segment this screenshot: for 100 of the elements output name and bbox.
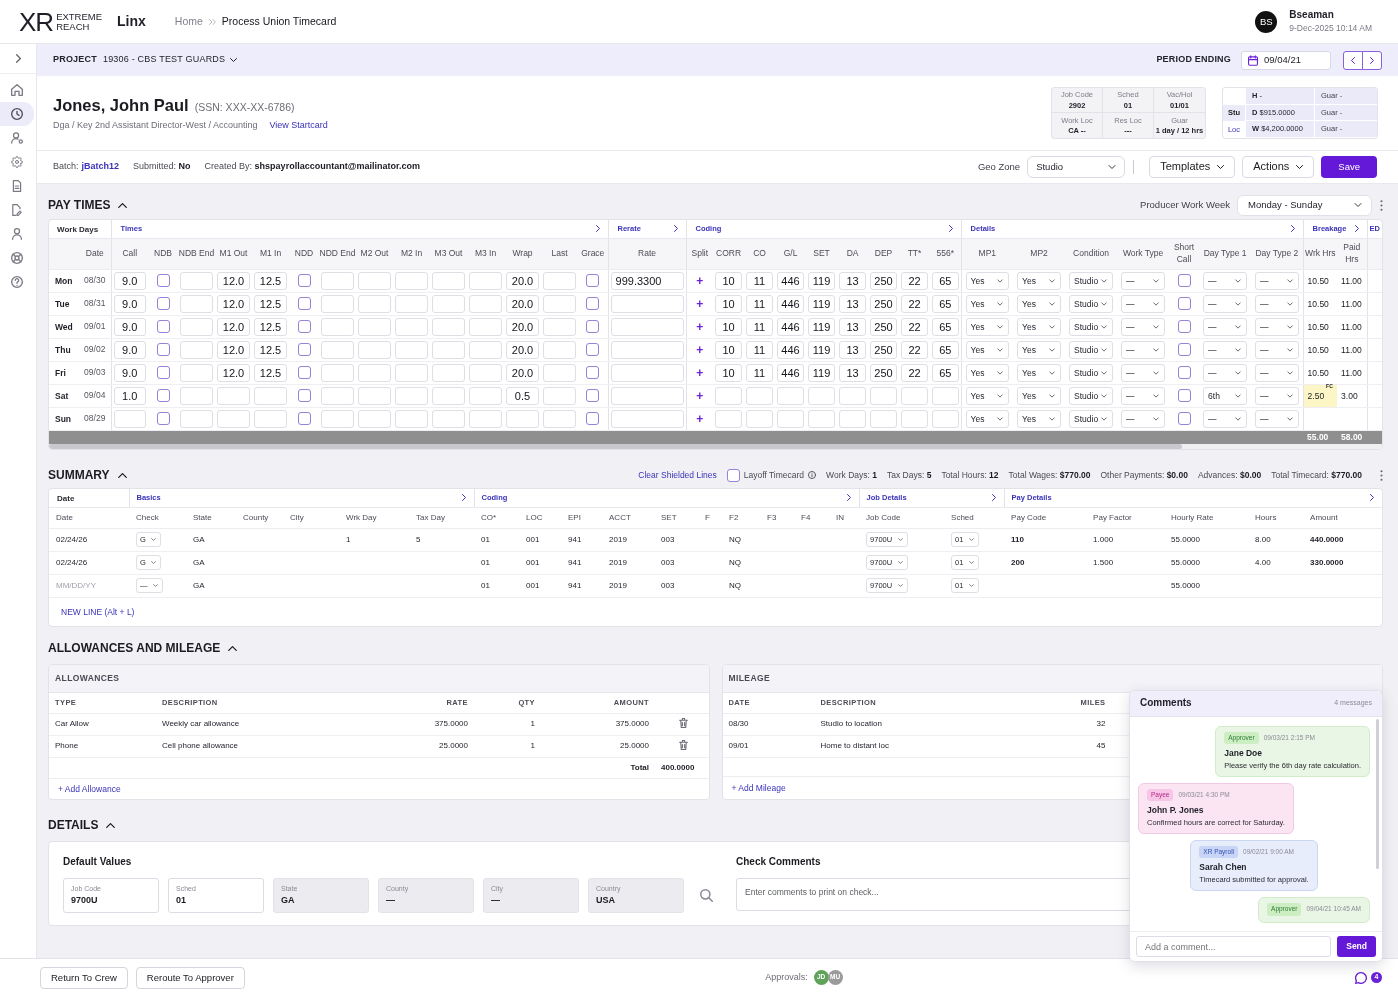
time-input[interactable] bbox=[432, 294, 465, 313]
time-input[interactable]: 12.5 bbox=[254, 271, 287, 290]
add-mileage-link[interactable]: + Add Mileage bbox=[731, 782, 786, 794]
action-button[interactable]: Return To Crew bbox=[40, 966, 128, 989]
time-input[interactable]: 250 bbox=[870, 317, 898, 336]
checkbox[interactable] bbox=[586, 297, 600, 310]
chevron-up-icon[interactable] bbox=[106, 822, 116, 828]
rate-input[interactable] bbox=[610, 317, 684, 336]
dropdown-select[interactable]: Yes bbox=[1017, 271, 1062, 290]
dropdown-select[interactable]: — bbox=[1255, 363, 1299, 382]
time-input[interactable]: 65 bbox=[932, 317, 959, 336]
time-input[interactable] bbox=[543, 340, 576, 359]
time-input[interactable] bbox=[432, 409, 465, 428]
time-input[interactable]: 9.0 bbox=[113, 317, 146, 336]
time-input[interactable]: 22 bbox=[901, 294, 929, 313]
time-input[interactable] bbox=[358, 317, 391, 336]
time-input[interactable]: 250 bbox=[870, 340, 898, 359]
time-input[interactable]: 13 bbox=[839, 294, 867, 313]
time-input[interactable] bbox=[217, 409, 250, 428]
checkbox[interactable] bbox=[297, 320, 311, 333]
time-input[interactable] bbox=[180, 317, 213, 336]
rate-input[interactable] bbox=[610, 386, 684, 405]
layoff-checkbox[interactable] bbox=[726, 468, 740, 482]
time-input[interactable] bbox=[321, 340, 354, 359]
time-input[interactable]: 250 bbox=[870, 363, 898, 382]
time-input[interactable] bbox=[543, 386, 576, 405]
checkbox[interactable] bbox=[586, 389, 600, 402]
time-input[interactable] bbox=[901, 409, 929, 428]
dropdown-select[interactable]: — bbox=[1203, 363, 1248, 382]
dropdown-select[interactable]: Yes bbox=[965, 294, 1010, 313]
time-input[interactable] bbox=[395, 386, 428, 405]
checkbox[interactable] bbox=[156, 297, 170, 310]
time-input[interactable] bbox=[469, 317, 502, 336]
dropdown-select[interactable]: — bbox=[1121, 340, 1166, 359]
time-input[interactable] bbox=[395, 409, 428, 428]
dropdown-select[interactable]: — bbox=[1255, 409, 1299, 428]
add-split-button[interactable]: + bbox=[694, 297, 706, 310]
time-input[interactable] bbox=[543, 294, 576, 313]
geo-zone-select[interactable]: Studio bbox=[1027, 156, 1126, 178]
new-line-link[interactable]: NEW LINE (Alt + L) bbox=[61, 606, 135, 617]
time-input[interactable] bbox=[254, 386, 287, 405]
chevron-up-icon[interactable] bbox=[117, 472, 127, 478]
checkbox[interactable] bbox=[586, 320, 600, 333]
time-input[interactable] bbox=[432, 271, 465, 290]
add-split-button[interactable]: + bbox=[694, 366, 706, 379]
time-input[interactable]: 65 bbox=[932, 271, 959, 290]
time-input[interactable] bbox=[113, 409, 146, 428]
dropdown-select[interactable]: Yes bbox=[1017, 317, 1062, 336]
checkbox[interactable] bbox=[156, 412, 170, 425]
time-input[interactable] bbox=[901, 386, 929, 405]
time-input[interactable]: 9.0 bbox=[113, 271, 146, 290]
time-input[interactable] bbox=[358, 294, 391, 313]
action-button[interactable]: Reroute To Approver bbox=[135, 966, 245, 989]
time-input[interactable] bbox=[180, 409, 213, 428]
checkbox[interactable] bbox=[1177, 343, 1191, 356]
time-input[interactable] bbox=[715, 409, 743, 428]
rate-input[interactable]: 999.3300 bbox=[610, 271, 684, 290]
time-input[interactable]: 119 bbox=[808, 317, 836, 336]
time-input[interactable] bbox=[432, 340, 465, 359]
delete-button[interactable] bbox=[678, 717, 688, 728]
time-input[interactable] bbox=[321, 409, 354, 428]
work-week-select[interactable]: Monday - Sunday bbox=[1237, 194, 1372, 216]
time-input[interactable]: 65 bbox=[932, 294, 959, 313]
checkbox[interactable] bbox=[1177, 320, 1191, 333]
time-input[interactable] bbox=[395, 340, 428, 359]
time-input[interactable] bbox=[180, 294, 213, 313]
checkbox[interactable] bbox=[1177, 412, 1191, 425]
time-input[interactable] bbox=[321, 363, 354, 382]
dropdown-select[interactable]: — bbox=[1203, 317, 1248, 336]
time-input[interactable]: 13 bbox=[839, 363, 867, 382]
checkbox[interactable] bbox=[297, 366, 311, 379]
dropdown-select[interactable]: Yes bbox=[965, 340, 1010, 359]
dropdown-select[interactable]: Yes bbox=[1017, 386, 1062, 405]
time-input[interactable]: 9.0 bbox=[113, 294, 146, 313]
time-input[interactable] bbox=[839, 386, 867, 405]
dropdown-select[interactable]: — bbox=[1121, 386, 1166, 405]
time-input[interactable] bbox=[180, 363, 213, 382]
time-input[interactable]: 446 bbox=[777, 294, 805, 313]
checkbox[interactable] bbox=[297, 343, 311, 356]
time-input[interactable] bbox=[321, 294, 354, 313]
time-input[interactable]: 446 bbox=[777, 271, 805, 290]
rate-input[interactable] bbox=[610, 294, 684, 313]
time-input[interactable]: 9.0 bbox=[113, 363, 146, 382]
time-input[interactable] bbox=[469, 271, 502, 290]
rate-input[interactable] bbox=[610, 363, 684, 382]
breadcrumb-link[interactable]: Home bbox=[174, 14, 203, 29]
dropdown-select[interactable]: — bbox=[1255, 340, 1299, 359]
dropdown-select[interactable]: Studio bbox=[1069, 386, 1114, 405]
more-options-icon[interactable] bbox=[1380, 199, 1383, 211]
time-input[interactable] bbox=[870, 409, 898, 428]
view-startcard-link[interactable]: View Startcard bbox=[269, 119, 328, 131]
time-input[interactable]: 22 bbox=[901, 340, 929, 359]
time-input[interactable] bbox=[395, 363, 428, 382]
rate-input[interactable] bbox=[610, 409, 684, 428]
project-selector[interactable]: 19306 - CBS TEST GUARDS bbox=[102, 54, 238, 66]
dropdown-select[interactable]: — bbox=[1121, 409, 1166, 428]
time-input[interactable] bbox=[543, 409, 576, 428]
dropdown-select[interactable]: Yes bbox=[965, 386, 1010, 405]
checkbox[interactable] bbox=[297, 389, 311, 402]
previous-period-button[interactable] bbox=[1343, 50, 1363, 70]
